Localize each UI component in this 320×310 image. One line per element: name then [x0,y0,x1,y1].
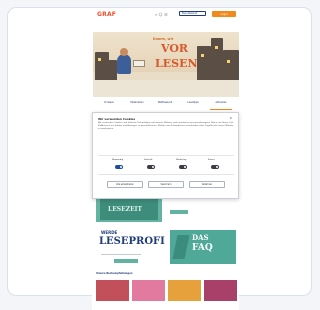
hero-title-line2: LESEN [155,57,198,70]
nav-item-aktuelles[interactable]: Aktuelles [210,101,232,110]
leseprofi-button[interactable] [114,259,138,263]
promo-tile-text: LESEZEIT [108,206,142,213]
book-cover[interactable] [132,280,165,301]
reader-figure [117,54,131,74]
faq-banner[interactable]: DAS FAQ [170,230,236,264]
cookie-toggle-notwendig[interactable]: Notwendig [104,159,134,173]
toggle-label: Marketing [176,159,187,161]
leseprofi-kicker: WERDE [101,230,118,235]
nav-item-vorlesen[interactable]: Vorlesen [98,101,120,110]
toggle-switch[interactable] [147,165,155,169]
cookie-consent-dialog: Wir verwenden Cookies ✕ Wir verwenden Co… [92,112,239,199]
faq-kicker: DAS [192,233,209,242]
window-light [98,58,101,61]
toggle-switch[interactable] [179,165,187,169]
nav-item-wettbewerb[interactable]: Wettbewerb [154,101,176,110]
cookie-toggle-statistik[interactable]: Statistik [136,159,166,173]
login-button[interactable]: Login [212,11,236,17]
hero-banner: Komm, wir VOR LESEN [93,32,239,97]
window-light [227,60,230,63]
save-settings-button[interactable]: Speichern [148,181,184,188]
building-shape [197,46,211,82]
book-cover[interactable] [96,280,129,301]
book-cover[interactable] [204,280,237,301]
building-shape [107,60,117,82]
cookie-toggle-extern[interactable]: Extern [200,159,230,173]
main-navigation: Vorlesen Materialien Wettbewerb Lesetipp… [92,99,239,112]
cookie-dialog-text: Wir verwenden Cookies und ähnliche Techn… [98,122,234,130]
building-shape [211,38,223,82]
faq-title: FAQ [192,243,213,253]
toggle-label: Extern [208,159,215,161]
book-cover[interactable] [168,280,201,301]
window-light [201,54,204,57]
close-icon[interactable]: ✕ [229,116,232,120]
toggle-switch[interactable] [115,165,123,169]
window-light [215,46,218,49]
nav-item-materialien[interactable]: Materialien [126,101,148,110]
site-logo[interactable]: GRAF [97,11,116,18]
toggle-label: Statistik [144,159,153,161]
cookie-dialog-title: Wir verwenden Cookies [98,117,136,121]
reader-head [120,48,128,56]
toggle-label: Notwendig [112,159,124,161]
leseprofi-title: LESEPROFI [99,236,165,247]
building-shape [223,50,239,82]
faq-decoration [172,235,190,259]
recommendations-heading: Unsere Buchempfehlungen [96,272,133,275]
nav-item-lesetipps[interactable]: Lesetipps [182,101,204,110]
cookie-toggle-group: Notwendig Statistik Marketing Extern [98,155,234,175]
toggle-switch[interactable] [211,165,219,169]
promo-teaser-button[interactable] [170,210,188,214]
hero-kicker: Komm, wir [153,37,174,41]
hero-ground [93,80,239,97]
header-icons[interactable]: ⌕ ☺ ☰ [155,12,168,17]
divider [101,254,141,255]
book-illustration [133,60,145,67]
reject-button[interactable]: Ablehnen [189,181,225,188]
leseprofi-banner[interactable]: WERDE LESEPROFI [96,226,165,270]
cookie-toggle-marketing[interactable]: Marketing [168,159,198,173]
region-select[interactable]: Bundesland [179,11,206,16]
accept-all-button[interactable]: Alle akzeptieren [107,181,143,188]
hero-title-line1: VOR [161,42,189,55]
